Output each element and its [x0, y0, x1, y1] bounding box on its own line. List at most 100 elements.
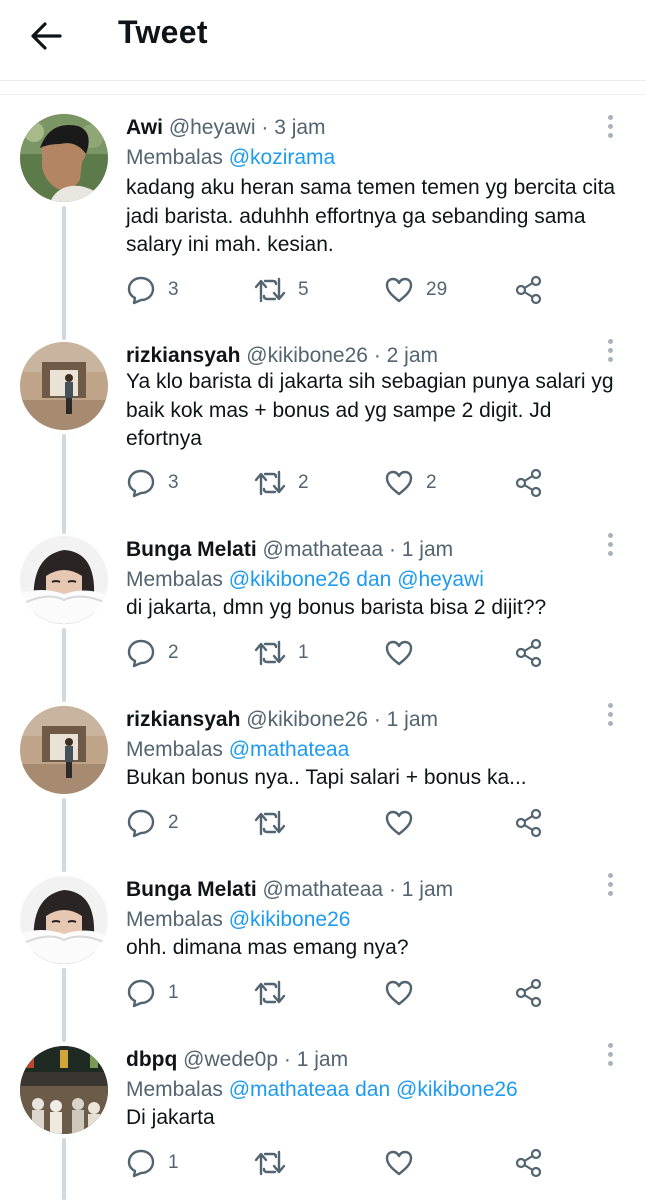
retweet-button[interactable]: [254, 806, 298, 840]
share-button[interactable]: [514, 273, 544, 307]
share-icon: [515, 638, 542, 668]
page-title: Tweet: [118, 14, 208, 50]
share-button[interactable]: [514, 1146, 544, 1180]
tweet-text: Bukan bonus nya.. Tapi salari + bonus ka…: [126, 764, 626, 793]
timestamp[interactable]: 2 jam: [387, 344, 438, 367]
timestamp[interactable]: 1 jam: [402, 878, 453, 901]
more-options-button[interactable]: [600, 530, 620, 558]
mention-link[interactable]: @kikibone26: [229, 568, 351, 591]
author-name[interactable]: Awi: [126, 116, 163, 139]
more-options-button[interactable]: [600, 1040, 620, 1068]
share-button[interactable]: [514, 466, 544, 500]
more-options-button[interactable]: [600, 112, 620, 140]
avatar[interactable]: [20, 536, 108, 624]
author-handle[interactable]: @kikibone26: [246, 708, 368, 731]
author-handle[interactable]: @wede0p: [183, 1048, 278, 1071]
separator: ·: [283, 1048, 291, 1071]
retweet-icon: [254, 1150, 286, 1176]
mention-link[interactable]: @mathateaa: [229, 1078, 350, 1101]
retweet-count: 1: [298, 642, 309, 663]
thread-line: [62, 968, 66, 1042]
timestamp[interactable]: 1 jam: [387, 708, 438, 731]
arrow-left-icon: [31, 22, 62, 50]
like-button[interactable]: [384, 636, 426, 670]
like-button[interactable]: [384, 806, 426, 840]
back-button[interactable]: [26, 18, 66, 54]
retweet-button[interactable]: [254, 1146, 298, 1180]
author-name[interactable]: dbpq: [126, 1048, 177, 1071]
mention-link[interactable]: @kikibone26: [396, 1078, 518, 1101]
action-bar: 3 5 29: [126, 273, 556, 307]
dot-icon: [607, 711, 613, 717]
like-button[interactable]: 2: [384, 466, 437, 500]
author-name[interactable]: Bunga Melati: [126, 538, 257, 561]
author-name[interactable]: rizkiansyah: [126, 344, 240, 367]
avatar[interactable]: [20, 706, 108, 794]
retweet-icon: [254, 470, 286, 496]
author-handle[interactable]: @mathateaa: [263, 538, 384, 561]
avatar[interactable]: [20, 342, 108, 430]
mention-link[interactable]: @mathateaa: [229, 738, 350, 761]
share-button[interactable]: [514, 976, 544, 1010]
timestamp[interactable]: 3 jam: [274, 116, 325, 139]
reply-button[interactable]: 1: [126, 1146, 179, 1180]
retweet-button[interactable]: 2: [254, 466, 309, 500]
tweet[interactable]: dbpq @wede0p · 1 jam Membalas @mathateaa…: [0, 1042, 646, 1200]
timestamp[interactable]: 1 jam: [402, 538, 453, 561]
retweet-button[interactable]: [254, 976, 298, 1010]
timestamp[interactable]: 1 jam: [297, 1048, 348, 1071]
tweet[interactable]: rizkiansyah @kikibone26 · 1 jam Membalas…: [0, 702, 646, 876]
retweet-icon: [254, 980, 286, 1006]
author-name[interactable]: rizkiansyah: [126, 708, 240, 731]
tweet[interactable]: Bunga Melati @mathateaa · 1 jam Membalas…: [0, 532, 646, 706]
reply-icon: [127, 1149, 155, 1178]
reply-button[interactable]: 2: [126, 806, 179, 840]
reply-count: 3: [168, 472, 179, 493]
reply-button[interactable]: 3: [126, 466, 179, 500]
thread-line: [62, 798, 66, 872]
avatar[interactable]: [20, 114, 108, 202]
reply-button[interactable]: 1: [126, 976, 179, 1010]
separator: ·: [388, 538, 396, 561]
retweet-button[interactable]: 5: [254, 273, 309, 307]
reply-count: 3: [168, 279, 179, 300]
heart-icon: [385, 640, 413, 666]
share-button[interactable]: [514, 806, 544, 840]
tweet[interactable]: Awi @heyawi · 3 jam Membalas @kozirama k…: [0, 114, 646, 344]
reply-icon: [127, 979, 155, 1008]
retweet-icon: [254, 277, 286, 303]
reply-button[interactable]: 2: [126, 636, 179, 670]
tweet[interactable]: rizkiansyah @kikibone26 · 2 jam Ya klo b…: [0, 338, 646, 534]
dot-icon: [607, 872, 613, 878]
share-button[interactable]: [514, 636, 544, 670]
more-options-button[interactable]: [600, 700, 620, 728]
text-line: Ya klo barista di jakarta sih sebagian p…: [126, 370, 614, 393]
dot-icon: [607, 541, 613, 547]
thread-line: [62, 434, 66, 534]
mention-link[interactable]: @kikibone26: [229, 908, 351, 931]
author-handle[interactable]: @mathateaa: [263, 878, 384, 901]
like-button[interactable]: [384, 1146, 426, 1180]
reply-button[interactable]: 3: [126, 273, 179, 307]
author-name[interactable]: Bunga Melati: [126, 878, 257, 901]
mention-link[interactable]: @heyawi: [397, 568, 484, 591]
more-options-button[interactable]: [600, 336, 620, 364]
separator: ·: [373, 708, 381, 731]
like-button[interactable]: [384, 976, 426, 1010]
more-options-button[interactable]: [600, 870, 620, 898]
mention-link[interactable]: @kozirama: [229, 146, 336, 169]
replying-to: Membalas @mathateaa: [126, 738, 349, 762]
avatar[interactable]: [20, 876, 108, 964]
author-handle[interactable]: @heyawi: [169, 116, 256, 139]
dot-icon: [607, 356, 613, 362]
dot-icon: [607, 532, 613, 538]
like-button[interactable]: 29: [384, 273, 447, 307]
retweet-button[interactable]: 1: [254, 636, 309, 670]
text-line: Bukan bonus nya.. Tapi salari + bonus ka…: [126, 766, 527, 789]
avatar[interactable]: [20, 1046, 108, 1134]
divider: [0, 94, 646, 95]
tweet[interactable]: Bunga Melati @mathateaa · 1 jam Membalas…: [0, 872, 646, 1046]
author-handle[interactable]: @kikibone26: [246, 344, 368, 367]
text-line: efortnya: [126, 427, 202, 450]
heart-icon: [385, 470, 413, 496]
